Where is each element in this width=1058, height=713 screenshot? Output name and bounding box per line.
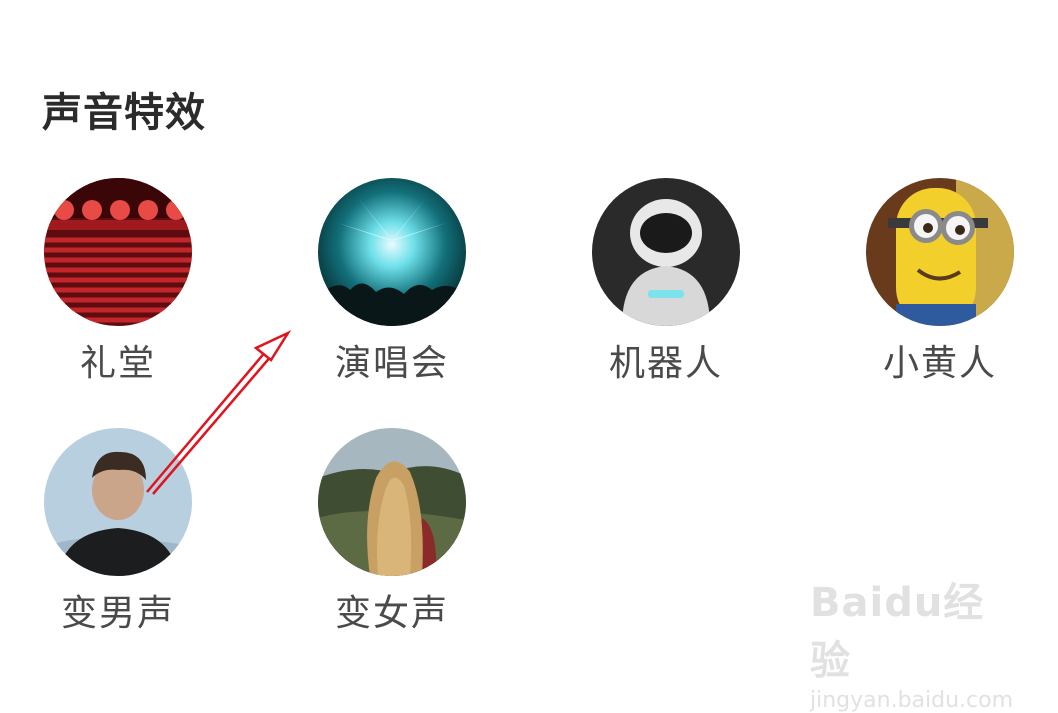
concert-image xyxy=(318,178,466,326)
effect-auditorium[interactable]: 礼堂 xyxy=(18,178,218,386)
baidu-watermark: Baidu经验 jingyan.baidu.com xyxy=(810,570,1020,713)
effect-label: 礼堂 xyxy=(79,343,156,384)
effect-label: 变女声 xyxy=(334,593,449,634)
watermark-logo: Baidu经验 xyxy=(810,580,985,684)
female-voice-image xyxy=(318,428,466,576)
effect-female-voice[interactable]: 变女声 xyxy=(292,428,492,636)
watermark-url: jingyan.baidu.com xyxy=(810,688,1014,713)
effect-robot[interactable]: 机器人 xyxy=(566,178,766,386)
effect-concert[interactable]: 演唱会 xyxy=(292,178,492,386)
effect-minion[interactable]: 小黄人 xyxy=(840,178,1040,386)
effect-label: 演唱会 xyxy=(334,343,449,384)
minion-image xyxy=(866,178,1014,326)
effect-male-voice[interactable]: 变男声 xyxy=(18,428,218,636)
auditorium-image xyxy=(44,178,192,326)
effect-label: 小黄人 xyxy=(882,343,997,384)
robot-image xyxy=(592,178,740,326)
male-voice-image xyxy=(44,428,192,576)
effect-label: 机器人 xyxy=(608,343,723,384)
effect-label: 变男声 xyxy=(60,593,175,634)
section-title: 声音特效 xyxy=(42,90,206,136)
